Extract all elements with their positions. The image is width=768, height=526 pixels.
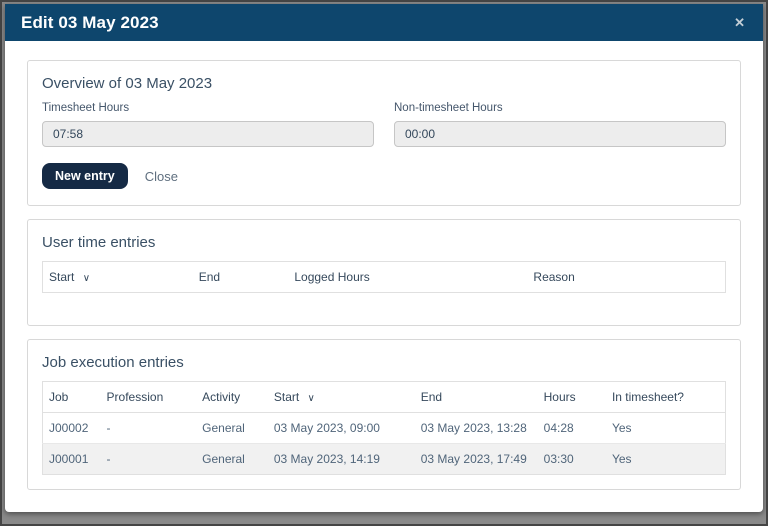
non-timesheet-hours-label: Non-timesheet Hours (394, 102, 503, 114)
table-cell: 03 May 2023, 14:19 (273, 452, 380, 466)
table-header-row: Start ∨ End Logged Hours Reason (42, 261, 726, 293)
column-header-start[interactable]: Start ∨ (267, 381, 415, 413)
table-cell: J00001 (49, 452, 89, 466)
timesheet-hours-group: Timesheet Hours (42, 102, 374, 147)
table-cell: 03 May 2023, 13:28 (414, 412, 538, 444)
close-link[interactable]: Close (145, 169, 178, 184)
modal-body: Overview of 03 May 2023 Timesheet Hours … (5, 41, 763, 512)
table-cell: Yes (611, 452, 632, 466)
table-cell: 03 May 2023, 09:00 (267, 412, 415, 444)
table-cell: 03 May 2023, 17:49 (420, 452, 527, 466)
column-header-start[interactable]: Start ∨ (42, 261, 193, 293)
table-cell: 03:30 (543, 452, 574, 466)
non-timesheet-hours-group: Non-timesheet Hours (394, 102, 726, 147)
table-cell: General (196, 412, 268, 444)
chevron-down-icon: ∨ (82, 273, 91, 284)
edit-day-modal: Edit 03 May 2023 ✕ Overview of 03 May 20… (5, 4, 763, 512)
timesheet-hours-field (42, 121, 374, 147)
table-header-row: Job Profession Activity Start ∨ End Hour… (42, 381, 726, 413)
table-row: J00001 - General 03 May 2023, 14:19 03 May 2… (42, 443, 726, 475)
column-header-activity[interactable]: Activity (196, 381, 268, 413)
column-header-end[interactable]: End (414, 381, 538, 413)
empty-table-space (40, 293, 728, 311)
modal-title: Edit 03 May 2023 (21, 12, 159, 32)
user-time-entries-table: Start ∨ End Logged Hours Reason (42, 261, 726, 293)
table-cell: General (202, 452, 245, 466)
column-header-in-timesheet[interactable]: In timesheet? (605, 381, 726, 413)
table-row: J00002- General 03 May 2023, 09:00 03 May 2… (42, 412, 726, 444)
timesheet-hours-label: Timesheet Hours (42, 102, 130, 114)
column-header-reason[interactable]: Reason (527, 261, 726, 293)
close-icon[interactable]: ✕ (732, 14, 747, 31)
column-header-profession[interactable]: Profession (100, 381, 197, 413)
job-execution-entries-table: Job Profession Activity Start ∨ End Hour… (42, 381, 726, 475)
column-header-hours[interactable]: Hours (537, 381, 606, 413)
table-cell: - (100, 412, 197, 444)
overview-section: Overview of 03 May 2023 Timesheet Hours … (27, 60, 741, 206)
user-time-entries-heading: User time entries (42, 234, 156, 251)
overview-heading: Overview of 03 May 2023 (42, 75, 213, 92)
overview-button-row: New entry Close (42, 163, 726, 189)
table-cell: 04:28 (537, 412, 606, 444)
column-header-job[interactable]: Job (42, 381, 101, 413)
table-cell: Yes (605, 412, 726, 444)
table-cell: - (106, 452, 111, 466)
job-execution-entries-section: Job execution entries Job Profession Act… (27, 339, 741, 490)
job-execution-entries-heading: Job execution entries (42, 354, 184, 371)
table-cell: J00002 (42, 412, 101, 444)
column-header-end[interactable]: End (192, 261, 289, 293)
column-header-logged-hours[interactable]: Logged Hours (288, 261, 528, 293)
user-time-entries-section: User time entries Start ∨ End Logged Hou… (27, 219, 741, 326)
new-entry-button[interactable]: New entry (42, 163, 128, 189)
non-timesheet-hours-field (394, 121, 726, 147)
modal-header: Edit 03 May 2023 ✕ (5, 4, 763, 41)
chevron-down-icon: ∨ (307, 393, 315, 404)
screen-background: Edit 03 May 2023 ✕ Overview of 03 May 20… (0, 0, 768, 526)
